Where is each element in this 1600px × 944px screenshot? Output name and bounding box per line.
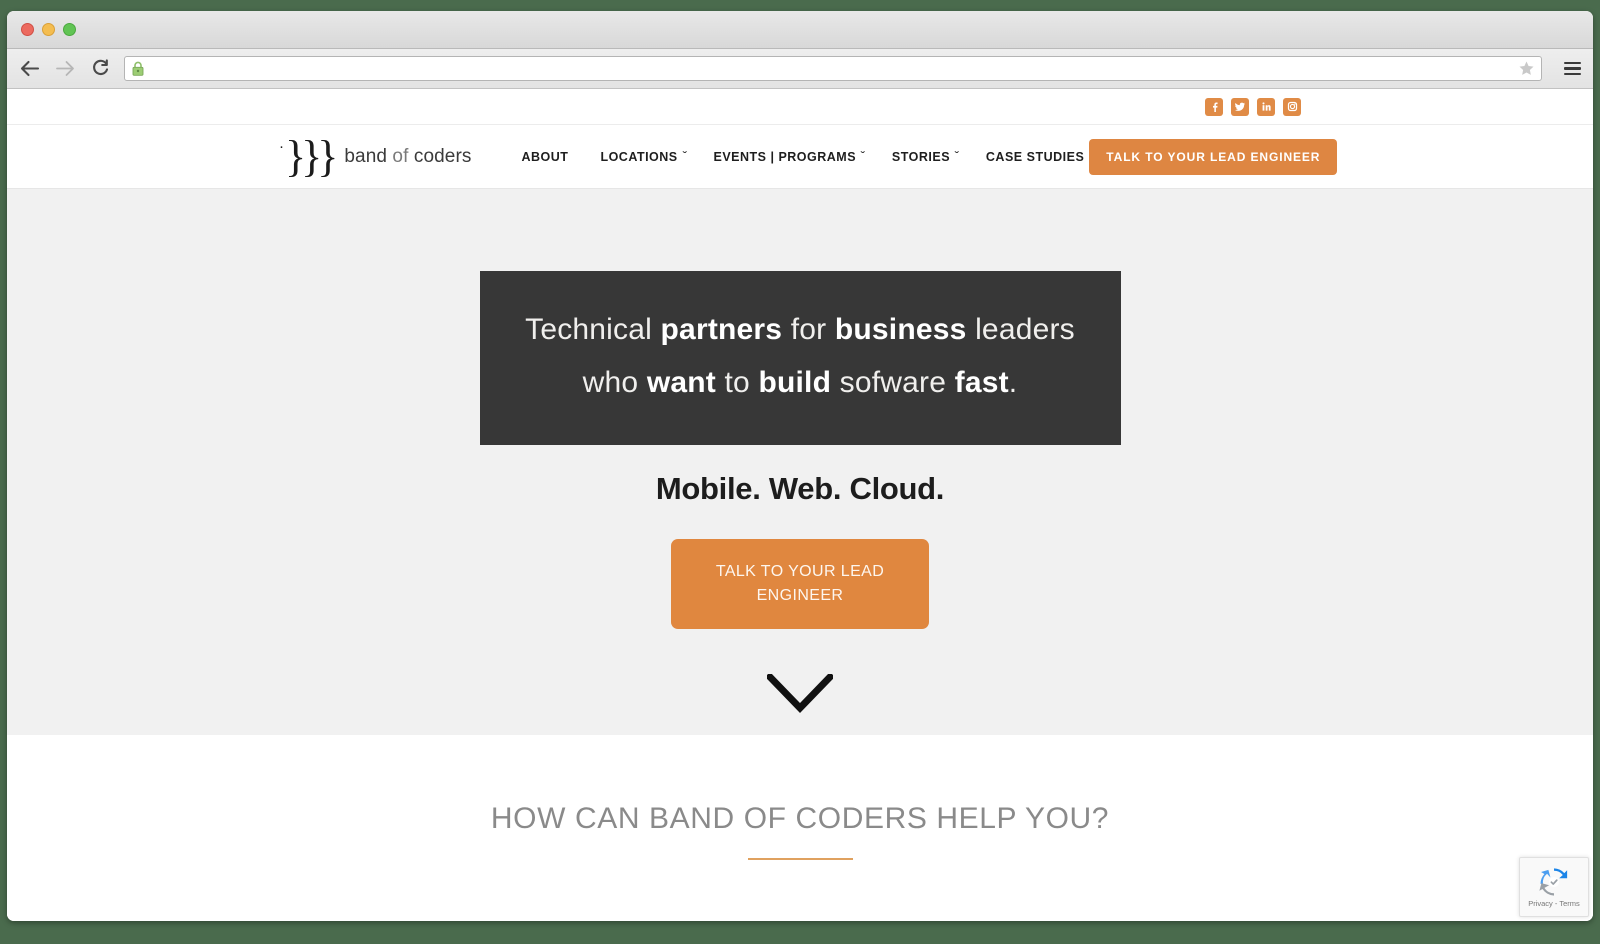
headline-bold-partners: partners — [660, 313, 783, 346]
browser-window: · }}} band of coders ABOUT LOCATIONS ˇ E… — [7, 11, 1593, 921]
address-bar[interactable] — [124, 56, 1542, 81]
headline-text: to — [715, 365, 759, 399]
maximize-window-button[interactable] — [63, 23, 76, 36]
recaptcha-badge[interactable]: Privacy - Terms — [1519, 857, 1589, 917]
chevron-down-icon: ˇ — [954, 150, 960, 162]
headline-text: Technical — [525, 313, 661, 346]
nav-item-case-studies[interactable]: CASE STUDIES — [986, 150, 1089, 164]
main-navigation: ABOUT LOCATIONS ˇ EVENTS | PROGRAMS ˇ ST… — [522, 150, 1090, 164]
headline-bold-business: business — [834, 313, 967, 346]
close-window-button[interactable] — [21, 23, 34, 36]
nav-item-events-programs[interactable]: EVENTS | PROGRAMS ˇ — [713, 150, 864, 164]
hero-headline-line-1: Technical partners for business leaders — [510, 304, 1091, 357]
headline-text: for — [782, 313, 835, 346]
hero-section: Technical partners for business leaders … — [7, 189, 1593, 735]
help-section-heading: HOW CAN BAND OF CODERS HELP YOU? — [490, 802, 1110, 835]
headline-bold-build: build — [758, 365, 832, 399]
chevron-down-icon: ˇ — [860, 150, 866, 162]
headline-text: leaders — [966, 313, 1075, 346]
header-talk-to-lead-engineer-button[interactable]: TALK TO YOUR LEAD ENGINEER — [1089, 138, 1338, 175]
site-header: · }}} band of coders ABOUT LOCATIONS ˇ E… — [7, 125, 1593, 189]
headline-text: who — [582, 365, 647, 399]
page-viewport: · }}} band of coders ABOUT LOCATIONS ˇ E… — [7, 89, 1593, 921]
headline-bold-fast: fast — [954, 365, 1009, 399]
browser-toolbar — [7, 49, 1593, 89]
linkedin-icon[interactable] — [1257, 97, 1275, 116]
back-arrow-icon[interactable] — [19, 58, 41, 80]
logo-word-band: band — [344, 145, 388, 167]
chevron-down-icon: ˇ — [682, 150, 687, 162]
hero-subheadline: Mobile. Web. Cloud. — [655, 470, 945, 506]
hero-talk-to-lead-engineer-button[interactable]: TALK TO YOUR LEAD ENGINEER — [671, 538, 929, 629]
instagram-icon[interactable] — [1283, 97, 1301, 116]
headline-text: . — [1008, 365, 1018, 399]
reload-icon[interactable] — [89, 58, 111, 80]
nav-label: CASE STUDIES — [985, 149, 1085, 164]
nav-label: LOCATIONS — [600, 149, 678, 164]
nav-item-about[interactable]: ABOUT — [522, 150, 574, 164]
site-logo[interactable]: · }}} band of coders — [279, 131, 472, 181]
headline-bold-want: want — [646, 365, 716, 399]
social-bar — [7, 89, 1593, 125]
chevron-down-icon[interactable] — [767, 673, 833, 714]
logo-dot: · — [279, 139, 284, 156]
recaptcha-privacy-terms-label[interactable]: Privacy - Terms — [1528, 899, 1580, 908]
browser-titlebar — [7, 11, 1593, 49]
window-controls — [21, 23, 76, 36]
logo-mark-icon: · }}} — [279, 131, 338, 181]
forward-arrow-icon[interactable] — [54, 58, 76, 80]
headline-text: sofware — [831, 365, 955, 399]
minimize-window-button[interactable] — [42, 23, 55, 36]
logo-word-of: of — [392, 145, 409, 167]
help-section: HOW CAN BAND OF CODERS HELP YOU? — [7, 735, 1593, 860]
logo-braces: }}} — [285, 131, 338, 181]
facebook-icon[interactable] — [1205, 97, 1223, 116]
star-icon[interactable] — [1518, 60, 1535, 77]
logo-word-coders: coders — [413, 145, 472, 167]
nav-label: STORIES — [891, 149, 951, 164]
hero-headline-banner: Technical partners for business leaders … — [479, 271, 1121, 445]
nav-label: ABOUT — [521, 149, 569, 164]
secure-lock-icon — [132, 61, 144, 76]
nav-item-stories[interactable]: STORIES ˇ — [892, 150, 959, 164]
logo-wordmark: band of coders — [344, 146, 471, 168]
hamburger-menu-icon[interactable] — [1559, 56, 1585, 82]
section-divider-rule — [747, 858, 853, 860]
twitter-icon[interactable] — [1231, 97, 1249, 116]
recaptcha-logo-icon — [1539, 867, 1568, 896]
nav-item-locations[interactable]: LOCATIONS ˇ — [600, 150, 686, 164]
nav-label: EVENTS | PROGRAMS — [713, 149, 857, 164]
hero-headline-line-2: who want to build sofware fast. — [510, 357, 1091, 410]
